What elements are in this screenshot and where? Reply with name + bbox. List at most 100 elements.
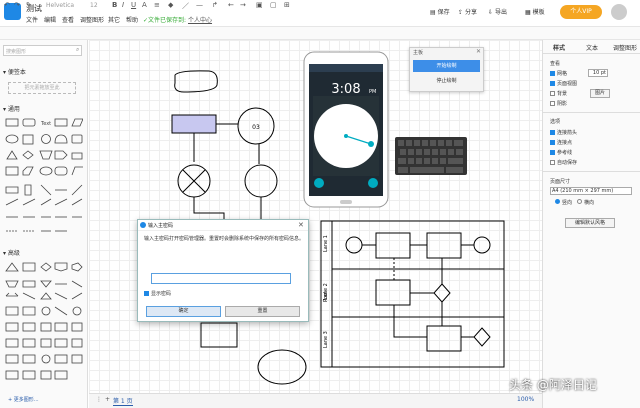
checkbox-icon bbox=[550, 101, 555, 106]
share-icon: ⇪ bbox=[458, 9, 464, 16]
edit-style-button[interactable]: 编辑默认风格 bbox=[565, 218, 615, 228]
connection-arrows-checkbox[interactable]: 连接箭头 bbox=[550, 129, 577, 136]
checkbox-icon bbox=[550, 81, 555, 86]
zoom-level[interactable]: 100% bbox=[517, 396, 534, 403]
process-box[interactable] bbox=[171, 114, 217, 134]
grid-checkbox[interactable]: 网格 bbox=[550, 70, 567, 77]
search-icon[interactable]: ⌕ bbox=[76, 46, 79, 54]
save-icon: ▤ bbox=[430, 9, 436, 16]
to-back-icon[interactable]: ▢ bbox=[270, 1, 277, 9]
close-icon[interactable]: ✕ bbox=[476, 48, 481, 55]
menu-extras[interactable]: 其它 bbox=[108, 15, 120, 24]
underline-icon[interactable]: U bbox=[131, 1, 136, 9]
scratchpad-label: 便签本 bbox=[7, 69, 26, 76]
scratchpad-drop-zone[interactable]: 把元素拖放至此 bbox=[8, 82, 76, 94]
general-label: 通用 bbox=[7, 106, 20, 113]
template-icon: ▦ bbox=[525, 9, 531, 16]
more-shapes-link[interactable]: + 更多图形... bbox=[8, 396, 39, 403]
stop-drawing-button[interactable]: 停止绘制 bbox=[413, 75, 480, 87]
start-drawing-button[interactable]: 开始绘制 bbox=[413, 60, 480, 72]
checkbox-icon bbox=[550, 140, 555, 145]
paper-size-header: 页面尺寸 bbox=[550, 179, 571, 185]
background-image-button[interactable]: 图片 bbox=[590, 89, 610, 98]
autosave-checkbox[interactable]: 自动保存 bbox=[550, 159, 577, 166]
profile-link[interactable]: 个人中心 bbox=[188, 15, 212, 24]
advanced-shapes-grid[interactable] bbox=[3, 259, 83, 389]
connector-icon[interactable]: ↱ bbox=[212, 1, 218, 9]
export-button[interactable]: ⇩ 导出 bbox=[488, 7, 507, 16]
portrait-radio[interactable]: 竖向 bbox=[555, 199, 572, 206]
background-checkbox[interactable]: 背景 bbox=[550, 90, 567, 97]
avatar[interactable] bbox=[611, 4, 627, 20]
undo-icon[interactable]: ↶ bbox=[4, 1, 10, 9]
arrow-start-icon[interactable]: ← bbox=[228, 1, 234, 9]
section-divider bbox=[542, 171, 640, 172]
menu-edit[interactable]: 编辑 bbox=[44, 15, 56, 24]
circle-node-2[interactable] bbox=[244, 164, 278, 198]
ok-button[interactable]: 确定 bbox=[146, 306, 221, 317]
keyboard-mockup[interactable] bbox=[395, 137, 467, 175]
dialog-close-icon[interactable]: ✕ bbox=[298, 221, 304, 229]
group-icon[interactable]: ⊞ bbox=[284, 1, 290, 9]
reset-button[interactable]: 重置 bbox=[225, 306, 300, 317]
section-divider bbox=[542, 112, 640, 113]
pool-label: Pool bbox=[323, 292, 329, 302]
template-button[interactable]: ▦ 模板 bbox=[525, 7, 545, 16]
paper-size-select[interactable]: A4 (210 mm × 297 mm) bbox=[550, 187, 632, 195]
vip-button[interactable]: 个人VIP bbox=[560, 5, 602, 19]
shape-search-input[interactable]: 搜索图形 bbox=[3, 45, 82, 56]
checkbox-icon bbox=[550, 71, 555, 76]
drawing-popup: 主板 ✕ 开始绘制 停止绘制 bbox=[409, 47, 484, 92]
landscape-radio[interactable]: 横向 bbox=[577, 199, 594, 206]
arrow-end-icon[interactable]: → bbox=[240, 1, 246, 9]
menu-help[interactable]: 帮助 bbox=[126, 15, 138, 24]
connection-points-checkbox[interactable]: 连接点 bbox=[550, 139, 572, 146]
lane-3-label: Lane 3 bbox=[323, 331, 329, 348]
italic-icon[interactable]: I bbox=[122, 1, 124, 9]
menu-arrange[interactable]: 调整图形 bbox=[80, 15, 104, 24]
page-view-checkbox[interactable]: 页面视图 bbox=[550, 80, 577, 87]
shadow-checkbox[interactable]: 阴影 bbox=[550, 100, 567, 107]
phone-mockup[interactable] bbox=[303, 51, 389, 208]
page-tab[interactable]: 第 1 页 bbox=[113, 396, 133, 406]
align-icon[interactable]: ≡ bbox=[154, 1, 160, 9]
popup-title: 主板 bbox=[413, 50, 424, 56]
checkbox-icon bbox=[144, 291, 149, 296]
fill-color-icon[interactable]: ◆ bbox=[168, 1, 173, 9]
ellipse-node[interactable] bbox=[257, 349, 307, 385]
dialog-app-icon bbox=[140, 222, 146, 228]
menu-file[interactable]: 文件 bbox=[26, 15, 38, 24]
menu-view[interactable]: 查看 bbox=[62, 15, 74, 24]
rectangle-node[interactable] bbox=[200, 322, 238, 348]
to-front-icon[interactable]: ▣ bbox=[256, 1, 263, 9]
page-menu-icon[interactable]: ⋮ bbox=[96, 396, 102, 403]
font-size-select[interactable]: 12 bbox=[90, 2, 98, 9]
font-color-icon[interactable]: A bbox=[142, 1, 147, 9]
tab-arrange[interactable]: 调整图形 bbox=[613, 43, 637, 52]
font-family-select[interactable]: Helvetica bbox=[46, 2, 74, 9]
redo-icon[interactable]: ↷ bbox=[14, 1, 20, 9]
save-button[interactable]: ▤ 保存 bbox=[430, 7, 450, 16]
show-password-checkbox[interactable]: 显示密码 bbox=[144, 290, 171, 297]
watermark-text: 头条 @阿泽日记 bbox=[509, 378, 597, 392]
general-shapes-grid[interactable]: Text bbox=[3, 115, 83, 245]
line-color-icon[interactable]: ／ bbox=[182, 1, 189, 11]
master-password-field[interactable] bbox=[151, 273, 291, 284]
tab-style[interactable]: 样式 bbox=[553, 43, 565, 52]
bold-icon[interactable]: B bbox=[112, 1, 117, 9]
tab-text[interactable]: 文本 bbox=[586, 43, 598, 52]
radio-selected-icon bbox=[555, 199, 560, 204]
general-section-header[interactable]: ▾ 通用 bbox=[3, 104, 20, 113]
checkbox-icon bbox=[550, 130, 555, 135]
advanced-section-header[interactable]: ▾ 高级 bbox=[3, 248, 20, 257]
freehand-shape[interactable] bbox=[174, 70, 218, 93]
swimlane-pool[interactable] bbox=[320, 220, 505, 368]
add-page-icon[interactable]: + bbox=[105, 396, 110, 403]
guides-checkbox[interactable]: 参考线 bbox=[550, 149, 572, 156]
grid-size-input[interactable]: 10 pt bbox=[588, 69, 608, 77]
line-style-icon[interactable]: — bbox=[196, 1, 203, 9]
options-header: 选项 bbox=[550, 119, 561, 125]
format-paint-icon[interactable]: ✎ bbox=[26, 1, 32, 9]
scratchpad-header[interactable]: ▾ 便签本 bbox=[3, 67, 26, 76]
share-button[interactable]: ⇪ 分享 bbox=[458, 7, 477, 16]
